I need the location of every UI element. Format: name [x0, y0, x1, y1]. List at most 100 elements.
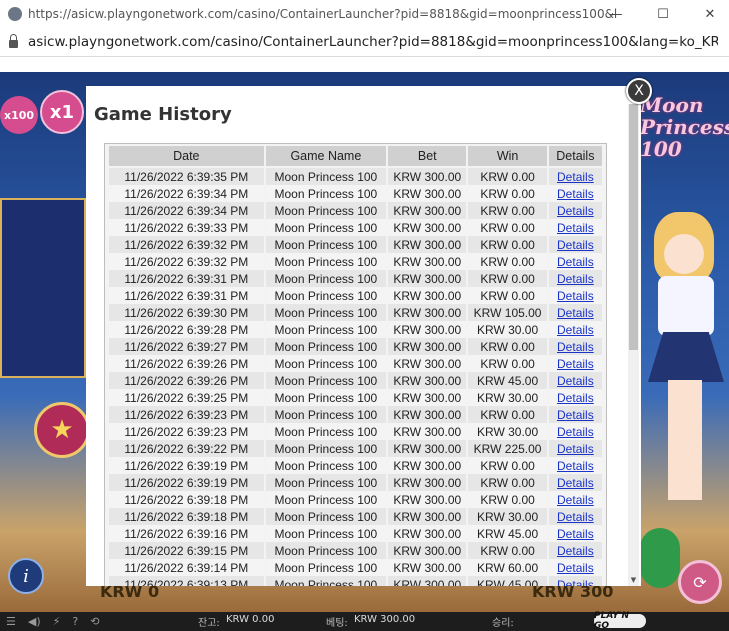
table-row: 11/26/2022 6:39:28 PM Moon Princess 100 KR… — [109, 321, 602, 338]
minimize-button[interactable]: — — [593, 0, 639, 28]
scroll-down-arrow-icon[interactable]: ▼ — [629, 576, 638, 584]
date-cell: 11/26/2022 6:39:19 PM — [109, 457, 264, 474]
bet-cell: KRW 300.00 — [388, 389, 467, 406]
game-name-cell: Moon Princess 100 — [265, 202, 387, 219]
details-link[interactable]: Details — [548, 338, 602, 355]
game-name-cell: Moon Princess 100 — [265, 525, 387, 542]
details-link[interactable]: Details — [548, 406, 602, 423]
game-name-cell: Moon Princess 100 — [265, 576, 387, 586]
star-medallion-icon: ★ — [34, 402, 90, 458]
table-row: 11/26/2022 6:39:31 PM Moon Princess 100 KR… — [109, 287, 602, 304]
close-dialog-button[interactable]: X — [626, 78, 652, 104]
bet-cell: KRW 300.00 — [388, 423, 467, 440]
bet-value: KRW 300.00 — [354, 614, 416, 625]
win-cell: KRW 0.00 — [468, 542, 547, 559]
multiplier-x1-badge: x1 — [40, 90, 84, 134]
game-name-cell: Moon Princess 100 — [265, 508, 387, 525]
details-link[interactable]: Details — [548, 508, 602, 525]
playngo-logo: PLAY'N GO — [594, 611, 646, 631]
sound-icon[interactable]: ◀) — [28, 615, 41, 628]
details-link[interactable]: Details — [548, 423, 602, 440]
scrollbar-thumb[interactable] — [629, 104, 638, 350]
table-row: 11/26/2022 6:39:26 PM Moon Princess 100 KR… — [109, 372, 602, 389]
reel-panel — [0, 198, 86, 378]
bet-cell: KRW 300.00 — [388, 491, 467, 508]
game-logo: Moon Princess 100 — [640, 93, 729, 161]
details-link[interactable]: Details — [548, 219, 602, 236]
info-button[interactable]: i — [8, 558, 44, 594]
history-icon[interactable]: ⟲ — [90, 615, 99, 628]
win-cell: KRW 0.00 — [468, 185, 547, 202]
date-cell: 11/26/2022 6:39:34 PM — [109, 185, 264, 202]
date-cell: 11/26/2022 6:39:34 PM — [109, 202, 264, 219]
date-cell: 11/26/2022 6:39:27 PM — [109, 338, 264, 355]
game-name-cell: Moon Princess 100 — [265, 542, 387, 559]
details-link[interactable]: Details — [548, 491, 602, 508]
details-link[interactable]: Details — [548, 457, 602, 474]
details-link[interactable]: Details — [548, 202, 602, 219]
details-link[interactable]: Details — [548, 355, 602, 372]
game-name-cell: Moon Princess 100 — [265, 287, 387, 304]
details-link[interactable]: Details — [548, 168, 602, 185]
game-name-cell: Moon Princess 100 — [265, 474, 387, 491]
column-header-game-name[interactable]: Game Name — [265, 146, 387, 168]
maximize-button[interactable]: ☐ — [640, 0, 686, 28]
date-cell: 11/26/2022 6:39:22 PM — [109, 440, 264, 457]
date-cell: 11/26/2022 6:39:18 PM — [109, 491, 264, 508]
win-label: 승리: — [492, 618, 514, 629]
details-link[interactable]: Details — [548, 525, 602, 542]
table-row: 11/26/2022 6:39:32 PM Moon Princess 100 KR… — [109, 236, 602, 253]
game-name-cell: Moon Princess 100 — [265, 236, 387, 253]
game-name-cell: Moon Princess 100 — [265, 406, 387, 423]
table-row: 11/26/2022 6:39:32 PM Moon Princess 100 KR… — [109, 253, 602, 270]
dialog-scrollbar[interactable]: ▼ — [628, 104, 639, 586]
history-table-container: Date Game Name Bet Win Details 11/26/202… — [104, 143, 607, 586]
bet-cell: KRW 300.00 — [388, 508, 467, 525]
game-name-cell: Moon Princess 100 — [265, 440, 387, 457]
game-name-cell: Moon Princess 100 — [265, 389, 387, 406]
date-cell: 11/26/2022 6:39:30 PM — [109, 304, 264, 321]
table-row: 11/26/2022 6:39:34 PM Moon Princess 100 KR… — [109, 202, 602, 219]
details-link[interactable]: Details — [548, 321, 602, 338]
column-header-date[interactable]: Date — [109, 146, 264, 168]
details-link[interactable]: Details — [548, 576, 602, 586]
menu-icon[interactable]: ☰ — [6, 615, 16, 628]
details-link[interactable]: Details — [548, 287, 602, 304]
game-name-cell: Moon Princess 100 — [265, 457, 387, 474]
bet-cell: KRW 300.00 — [388, 287, 467, 304]
turbo-icon[interactable]: ⚡ — [53, 615, 61, 628]
details-link[interactable]: Details — [548, 559, 602, 576]
details-link[interactable]: Details — [548, 304, 602, 321]
game-name-cell: Moon Princess 100 — [265, 219, 387, 236]
details-link[interactable]: Details — [548, 440, 602, 457]
window-title: https://asicw.playngonetwork.com/casino/… — [28, 7, 618, 21]
help-icon[interactable]: ? — [72, 615, 78, 628]
close-window-button[interactable]: ✕ — [687, 0, 729, 28]
win-cell: KRW 0.00 — [468, 253, 547, 270]
details-link[interactable]: Details — [548, 474, 602, 491]
table-row: 11/26/2022 6:39:19 PM Moon Princess 100 KR… — [109, 474, 602, 491]
table-row: 11/26/2022 6:39:18 PM Moon Princess 100 KR… — [109, 491, 602, 508]
bet-cell: KRW 300.00 — [388, 185, 467, 202]
url-text[interactable]: asicw.playngonetwork.com/casino/Containe… — [28, 34, 718, 50]
details-link[interactable]: Details — [548, 185, 602, 202]
game-name-cell: Moon Princess 100 — [265, 304, 387, 321]
address-bar[interactable]: asicw.playngonetwork.com/casino/Containe… — [0, 28, 729, 57]
column-header-details[interactable]: Details — [548, 146, 602, 168]
details-link[interactable]: Details — [548, 236, 602, 253]
win-cell: KRW 0.00 — [468, 236, 547, 253]
column-header-win[interactable]: Win — [468, 146, 547, 168]
bet-cell: KRW 300.00 — [388, 559, 467, 576]
date-cell: 11/26/2022 6:39:26 PM — [109, 355, 264, 372]
details-link[interactable]: Details — [548, 253, 602, 270]
details-link[interactable]: Details — [548, 372, 602, 389]
details-link[interactable]: Details — [548, 270, 602, 287]
details-link[interactable]: Details — [548, 389, 602, 406]
column-header-bet[interactable]: Bet — [388, 146, 467, 168]
game-name-cell: Moon Princess 100 — [265, 321, 387, 338]
table-row: 11/26/2022 6:39:30 PM Moon Princess 100 KR… — [109, 304, 602, 321]
balance-value: KRW 0.00 — [226, 614, 275, 625]
game-history-dialog: Game History Date Game Name Bet Win Deta… — [86, 86, 641, 586]
autoplay-button[interactable]: ⟳ — [678, 560, 722, 604]
details-link[interactable]: Details — [548, 542, 602, 559]
